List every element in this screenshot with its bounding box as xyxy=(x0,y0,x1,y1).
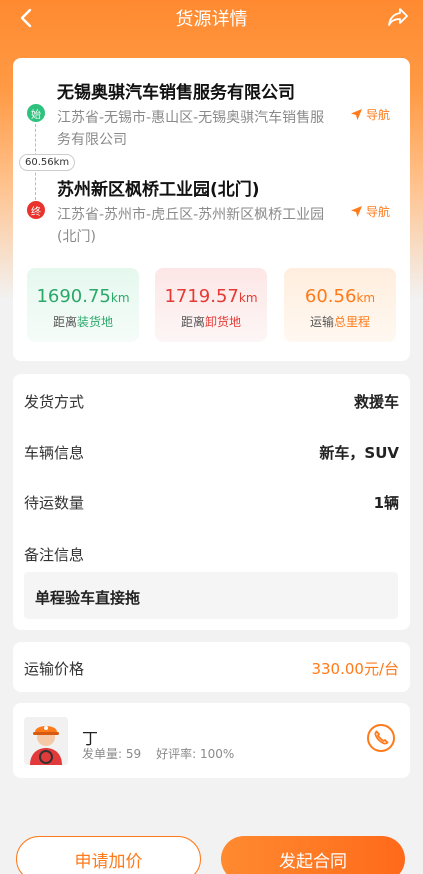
stat-label: 距离装货地 xyxy=(27,313,139,330)
info-row-quantity: 待运数量 1辆 xyxy=(24,492,399,513)
driver-avatar-icon xyxy=(24,717,68,765)
stat-distance-to-unloading: 1719.57km 距离卸货地 xyxy=(155,268,267,342)
phone-icon xyxy=(367,724,395,752)
end-location-name: 苏州新区枫桥工业园(北门) xyxy=(57,180,260,200)
rating-rate: 好评率: 100% xyxy=(156,747,235,761)
start-navigate-link[interactable]: 导航 xyxy=(350,106,390,123)
stat-label-highlight: 总里程 xyxy=(334,315,371,329)
share-button[interactable] xyxy=(385,4,411,30)
stat-unit: km xyxy=(356,291,376,305)
route-distance-pill: 60.56km xyxy=(19,154,76,171)
remark-label: 备注信息 xyxy=(24,546,85,564)
end-navigate-label: 导航 xyxy=(365,205,390,219)
stat-number: 60.56 xyxy=(304,286,357,307)
start-navigate-label: 导航 xyxy=(365,108,390,122)
stat-label-prefix: 距离 xyxy=(180,315,205,329)
info-row-remark-label: 备注信息 xyxy=(24,544,399,565)
end-navigate-link[interactable]: 导航 xyxy=(350,203,390,220)
stat-label-highlight: 装货地 xyxy=(77,315,114,329)
price-card: 运输价格 330.00元/台 xyxy=(13,642,410,692)
stat-value: 1690.75km xyxy=(27,286,139,307)
stat-value: 1719.57km xyxy=(155,286,267,307)
back-button[interactable] xyxy=(14,6,38,30)
info-row-shipping-method: 发货方式 救援车 xyxy=(24,391,399,412)
stat-number: 1690.75 xyxy=(36,286,111,307)
orders-count: 发单量: 59 xyxy=(82,747,142,761)
cargo-info-card: 发货方式 救援车 车辆信息 新车，SUV 待运数量 1辆 备注信息 单程验车直接… xyxy=(13,374,410,630)
share-icon xyxy=(388,8,408,26)
stat-unit: km xyxy=(110,291,130,305)
info-row-vehicle: 车辆信息 新车，SUV xyxy=(24,442,399,463)
request-price-increase-button[interactable]: 申请加价 xyxy=(16,836,201,874)
stat-label-highlight: 卸货地 xyxy=(205,315,242,329)
stat-value: 60.56km xyxy=(284,286,396,307)
info-key: 车辆信息 xyxy=(24,444,85,462)
top-bar: 货源详情 xyxy=(0,0,423,36)
info-key: 待运数量 xyxy=(24,494,85,512)
page-title: 货源详情 xyxy=(175,9,248,30)
end-location-address: 江苏省-苏州市-虎丘区-苏州新区枫桥工业园(北门) xyxy=(57,207,325,245)
stat-unit: km xyxy=(238,291,258,305)
stat-total-mileage: 60.56km 运输总里程 xyxy=(284,268,396,342)
navigation-arrow-icon xyxy=(350,206,362,217)
navigation-arrow-icon xyxy=(350,109,362,120)
remark-text: 单程验车直接拖 xyxy=(24,572,398,619)
end-badge: 终 xyxy=(27,201,45,219)
initiate-contract-button[interactable]: 发起合同 xyxy=(221,836,405,874)
price-row: 运输价格 330.00元/台 xyxy=(24,658,399,679)
start-location-address: 江苏省-无锡市-惠山区-无锡奥骐汽车销售服务有限公司 xyxy=(57,110,325,148)
call-button[interactable] xyxy=(366,723,396,753)
info-key: 发货方式 xyxy=(24,393,85,411)
price-label: 运输价格 xyxy=(24,660,85,678)
shipper-stats: 发单量: 59 好评率: 100% xyxy=(82,745,234,762)
avatar xyxy=(24,717,68,765)
stat-label-prefix: 运输 xyxy=(309,315,334,329)
stat-label: 距离卸货地 xyxy=(155,313,267,330)
chevron-left-icon xyxy=(20,8,32,28)
stat-number: 1719.57 xyxy=(164,286,239,307)
start-badge: 始 xyxy=(27,104,45,122)
route-card: 无锡奥骐汽车销售服务有限公司 始 江苏省-无锡市-惠山区-无锡奥骐汽车销售服务有… xyxy=(13,58,410,361)
stat-label-prefix: 距离 xyxy=(52,315,77,329)
stat-distance-to-loading: 1690.75km 距离装货地 xyxy=(27,268,139,342)
stat-label: 运输总里程 xyxy=(284,313,396,330)
shipper-card: 丁 发单量: 59 好评率: 100% xyxy=(13,703,410,778)
price-value: 330.00元/台 xyxy=(311,660,399,678)
info-value: 1辆 xyxy=(373,494,399,512)
start-location-name: 无锡奥骐汽车销售服务有限公司 xyxy=(57,83,295,103)
info-value: 救援车 xyxy=(353,393,399,411)
info-value: 新车，SUV xyxy=(319,444,399,462)
